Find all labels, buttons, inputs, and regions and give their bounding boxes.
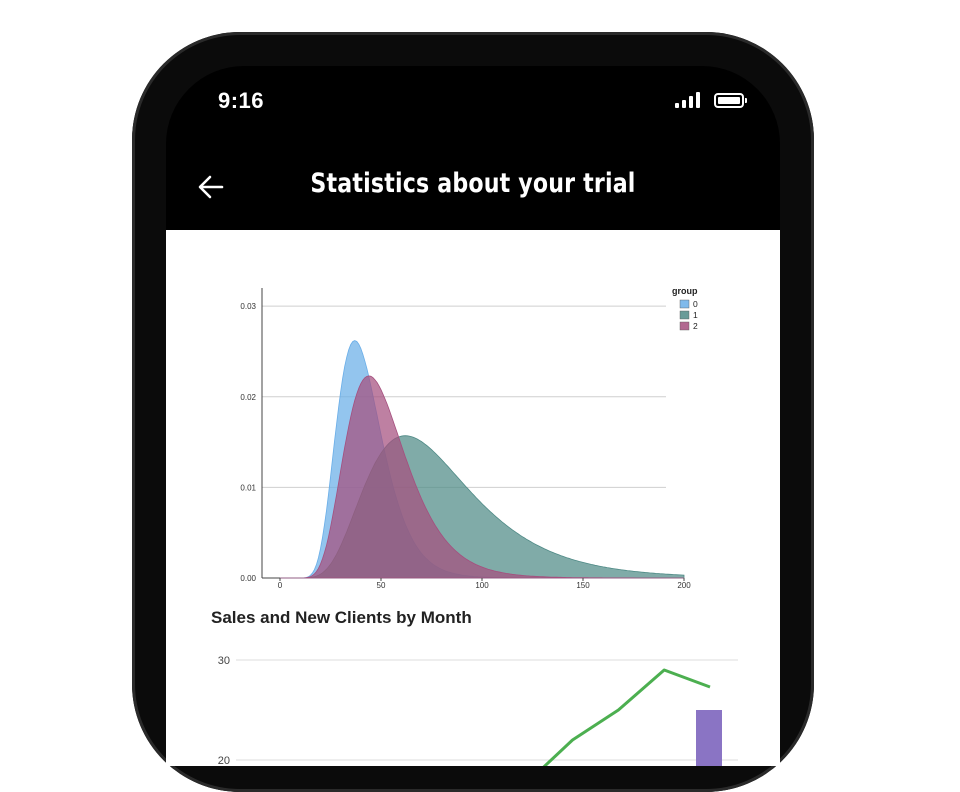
y-tick-label: 20 — [218, 755, 230, 766]
battery-icon — [714, 92, 747, 108]
x-tick-label: 50 — [377, 581, 386, 590]
page-title: Statistics about your trial — [310, 168, 636, 199]
app-header: Statistics about your trial — [166, 154, 780, 230]
y-tick-label: 0.02 — [240, 393, 256, 402]
legend-swatch-group-0 — [679, 299, 690, 309]
y-tick-label: 0.03 — [240, 302, 256, 311]
y-tick-label: 30 — [218, 655, 230, 667]
x-tick-label: 150 — [576, 581, 590, 590]
sales-chart: 30 20 — [218, 655, 738, 766]
legend-label-group-0: 0 — [693, 299, 698, 309]
legend-label-group-1: 1 — [693, 310, 698, 320]
content-area: 0.00 0.01 0.02 0.03 0 50 100 150 200 group 0 1 2 Sal… — [166, 230, 780, 766]
y-tick-label: 0.00 — [240, 574, 256, 583]
legend-swatch-group-2 — [679, 321, 690, 331]
bar-2 — [696, 710, 722, 766]
phone-screen: 9:16 Statistics about your trial 0.00 0.0… — [166, 66, 780, 766]
notch — [308, 66, 638, 116]
x-tick-label: 0 — [278, 581, 283, 590]
signal-icon — [675, 92, 700, 108]
legend-title: group — [672, 286, 698, 296]
sales-line — [542, 668, 711, 766]
x-tick-label: 100 — [475, 581, 489, 590]
y-tick-label: 0.01 — [240, 483, 256, 492]
density-chart: 0.000.010.020.030 50 100 150 200group012 — [240, 286, 698, 590]
status-time: 9:16 — [218, 88, 265, 113]
legend-swatch-group-1 — [679, 310, 690, 320]
legend-label-group-2: 2 — [693, 321, 698, 331]
chart2-title: Sales and New Clients by Month — [211, 608, 472, 627]
x-tick-label: 200 — [677, 581, 691, 590]
status-icons — [675, 92, 747, 108]
